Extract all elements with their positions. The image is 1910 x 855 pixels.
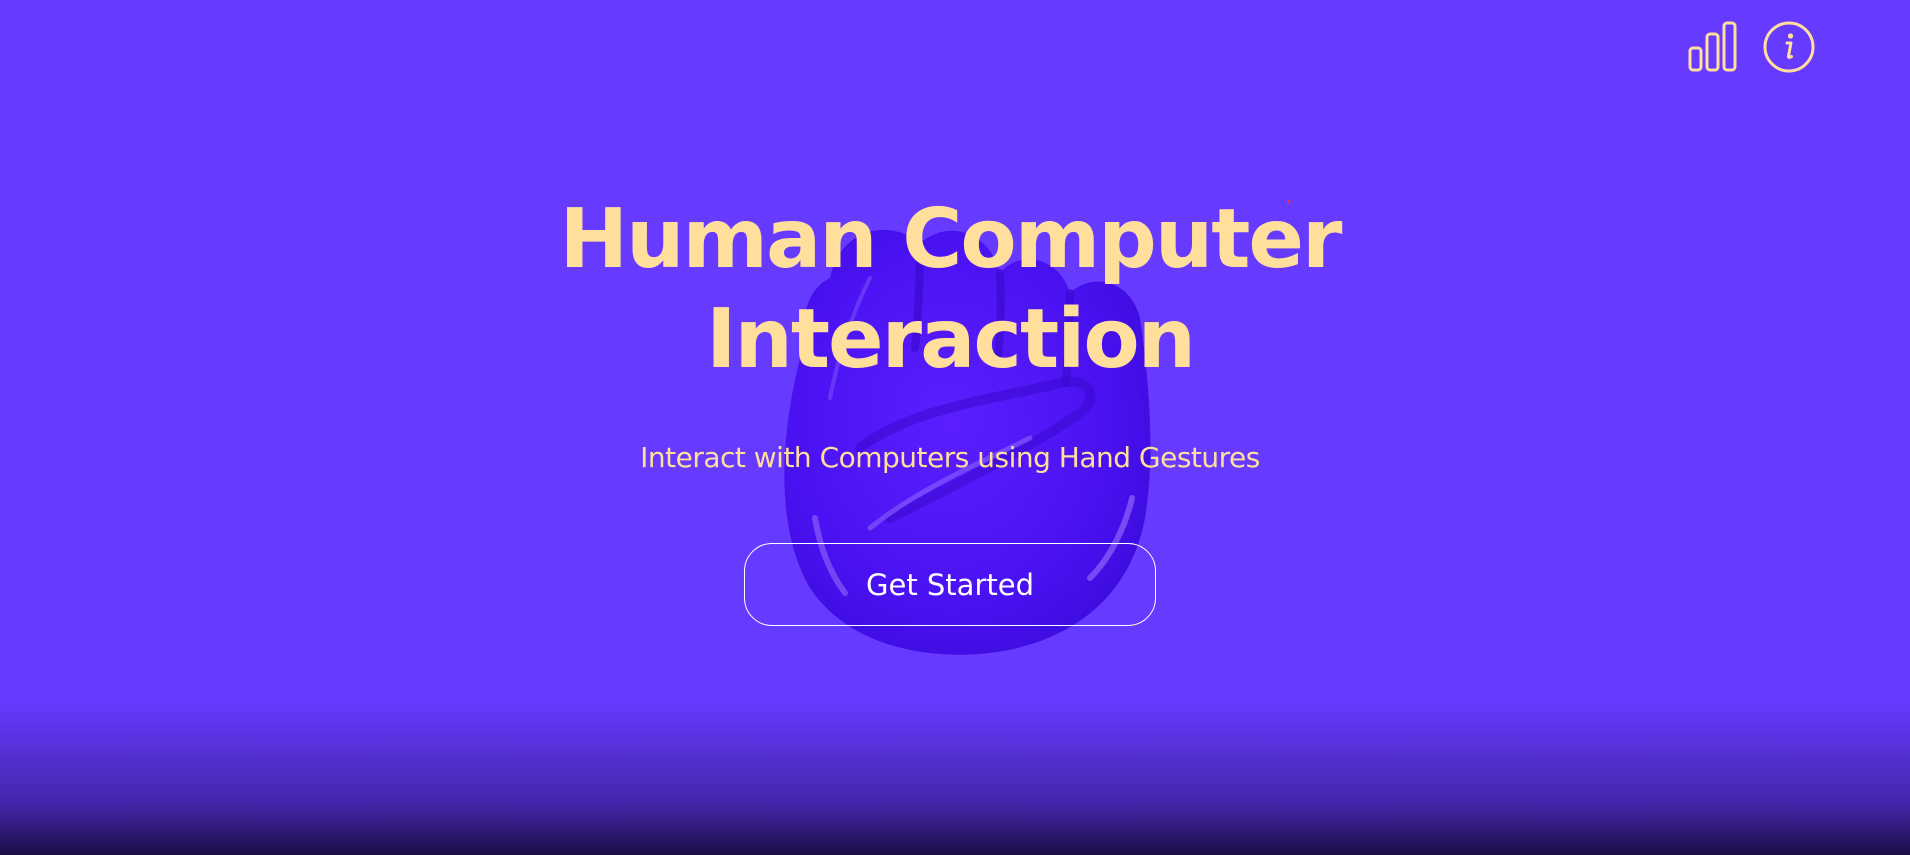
page-title: Human Computer Interaction — [0, 190, 1900, 390]
page-subtitle: Interact with Computers using Hand Gestu… — [640, 441, 1260, 474]
title-line-1: Human Computer — [559, 192, 1343, 287]
bottom-gradient — [0, 700, 1910, 855]
info-icon[interactable] — [1762, 20, 1816, 74]
title-line-2: Interaction — [705, 292, 1196, 387]
get-started-button[interactable]: Get Started — [744, 543, 1156, 626]
top-right-toolbar — [1686, 20, 1816, 74]
bar-chart-icon[interactable] — [1686, 20, 1740, 74]
hero-section: Human Computer Interaction Interact with… — [0, 190, 1900, 626]
